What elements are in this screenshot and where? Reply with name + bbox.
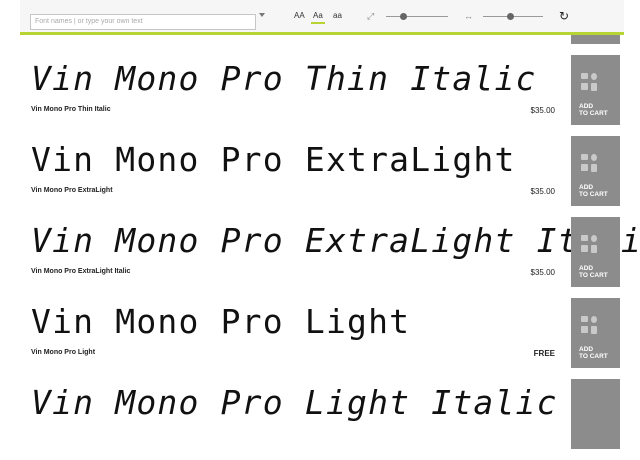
cart-label: ADD TO CART — [579, 265, 608, 279]
device-icons — [581, 235, 599, 259]
device-icons — [581, 154, 599, 178]
font-row: Vin Mono Pro Light Vin Mono Pro Light FR… — [0, 298, 640, 379]
slider-thumb[interactable] — [506, 13, 514, 20]
add-to-cart-button[interactable]: ADD TO CART — [571, 55, 620, 125]
uppercase-button[interactable]: AA — [292, 11, 307, 22]
font-row: Vin Mono Pro Thin Italic Vin Mono Pro Th… — [0, 55, 640, 136]
search-wrap — [30, 10, 265, 30]
font-sample: Vin Mono Pro Light Italic — [31, 383, 558, 422]
font-size-slider[interactable] — [386, 13, 448, 20]
cart-label: ADD TO CART — [579, 103, 608, 117]
font-row: Vin Mono Pro Light Italic — [0, 379, 640, 460]
font-sample: Vin Mono Pro Thin Italic — [31, 59, 537, 98]
font-sample: Vin Mono Pro ExtraLight Italic — [31, 221, 640, 260]
font-name: Vin Mono Pro Light — [31, 349, 96, 356]
add-to-cart-button[interactable] — [571, 379, 620, 449]
chevron-down-icon[interactable] — [259, 13, 265, 17]
letter-spacing-icon: ↔ — [464, 11, 473, 21]
preview-toolbar: AA Aa aa ⤢ ↔ ↻ — [20, 0, 624, 35]
font-sample: Vin Mono Pro ExtraLight — [31, 140, 516, 179]
cart-label: ADD TO CART — [579, 346, 608, 360]
slider-thumb[interactable] — [399, 13, 407, 20]
lowercase-button[interactable]: aa — [331, 11, 344, 22]
expand-icon: ⤢ — [367, 11, 375, 21]
cart-label: ADD TO CART — [579, 184, 608, 198]
price: $35.00 — [530, 268, 555, 277]
font-name: Vin Mono Pro Thin Italic — [31, 106, 111, 113]
font-search-input[interactable] — [30, 13, 256, 30]
add-to-cart-button[interactable]: ADD TO CART — [571, 136, 620, 206]
device-icons — [581, 73, 599, 97]
price: FREE — [533, 349, 555, 358]
font-row: Vin Mono Pro ExtraLight Vin Mono Pro Ext… — [0, 136, 640, 217]
font-name: Vin Mono Pro ExtraLight — [31, 187, 113, 194]
add-to-cart-button[interactable]: ADD TO CART — [571, 217, 620, 287]
add-to-cart-button[interactable]: ADD TO CART — [571, 298, 620, 368]
letter-spacing-slider[interactable] — [483, 13, 543, 20]
device-icons — [581, 316, 599, 340]
font-name: Vin Mono Pro ExtraLight Italic — [31, 268, 131, 275]
font-row: Vin Mono Pro ExtraLight Italic Vin Mono … — [0, 217, 640, 298]
font-sample: Vin Mono Pro Light — [31, 302, 411, 341]
titlecase-button[interactable]: Aa — [311, 11, 325, 24]
price: $35.00 — [530, 106, 555, 115]
reset-icon[interactable]: ↻ — [559, 9, 569, 23]
price: $35.00 — [530, 187, 555, 196]
